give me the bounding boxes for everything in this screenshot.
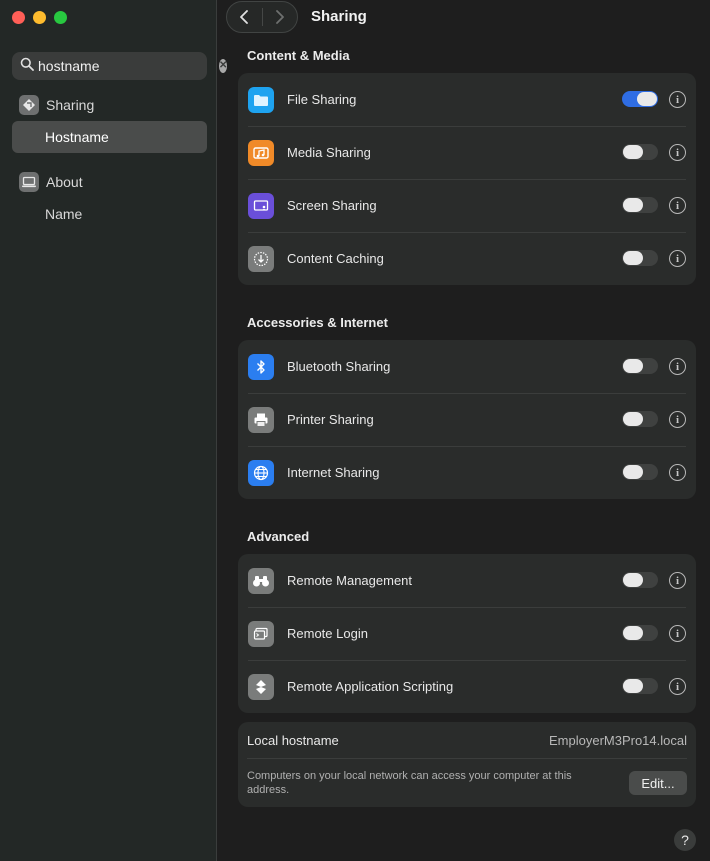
- edit-hostname-button[interactable]: Edit...: [629, 771, 687, 795]
- folder-icon: [248, 86, 274, 113]
- internet-sharing-row: Internet Sharing i: [238, 446, 696, 499]
- navigation-buttons: [226, 1, 298, 33]
- info-icon[interactable]: i: [669, 91, 686, 108]
- sidebar-item-hostname[interactable]: Hostname: [12, 121, 207, 153]
- accessories-internet-group: Bluetooth Sharing i Printer Sharing i In…: [238, 340, 696, 499]
- divider: [247, 758, 687, 759]
- laptop-icon: [19, 172, 39, 192]
- sharing-icon: [19, 95, 39, 115]
- local-hostname-value: EmployerM3Pro14.local: [548, 733, 687, 748]
- remote-login-toggle[interactable]: [622, 625, 658, 641]
- sidebar-item-about[interactable]: About: [12, 166, 207, 198]
- page-title: Sharing: [311, 8, 367, 25]
- content-caching-row: Content Caching i: [238, 232, 696, 285]
- clear-search-icon[interactable]: ✕: [219, 59, 228, 73]
- bluetooth-sharing-row: Bluetooth Sharing i: [238, 340, 696, 393]
- info-icon[interactable]: i: [669, 250, 686, 267]
- file-sharing-toggle[interactable]: [622, 91, 658, 107]
- content-caching-toggle[interactable]: [622, 250, 658, 266]
- media-sharing-toggle[interactable]: [622, 144, 658, 160]
- forward-button[interactable]: [262, 2, 297, 32]
- info-icon[interactable]: i: [669, 411, 686, 428]
- search-input[interactable]: [38, 58, 219, 74]
- minimize-window-button[interactable]: [33, 11, 46, 24]
- binoculars-icon: [248, 567, 274, 594]
- caching-icon: [248, 245, 274, 272]
- bluetooth-sharing-toggle[interactable]: [622, 358, 658, 374]
- zoom-window-button[interactable]: [54, 11, 67, 24]
- internet-sharing-toggle[interactable]: [622, 464, 658, 480]
- local-hostname-box: Local hostname EmployerM3Pro14.local Com…: [238, 722, 696, 807]
- content-caching-label: Content Caching: [287, 251, 384, 266]
- sidebar-item-name[interactable]: Name: [12, 198, 207, 230]
- local-hostname-label: Local hostname: [247, 733, 339, 748]
- printer-sharing-toggle[interactable]: [622, 411, 658, 427]
- bluetooth-sharing-label: Bluetooth Sharing: [287, 359, 391, 374]
- remote-application-scripting-label: Remote Application Scripting: [287, 679, 454, 694]
- chevron-left-icon: [240, 10, 249, 24]
- search-field[interactable]: ✕: [12, 52, 228, 80]
- script-icon: [248, 673, 274, 700]
- search-icon: [20, 57, 34, 75]
- sidebar-item-sharing[interactable]: Sharing: [12, 89, 207, 121]
- terminal-icon: [248, 620, 274, 647]
- internet-sharing-label: Internet Sharing: [287, 465, 380, 480]
- bluetooth-icon: [248, 353, 274, 380]
- back-button[interactable]: [227, 2, 262, 32]
- media-sharing-row: Media Sharing i: [238, 126, 696, 179]
- info-icon[interactable]: i: [669, 625, 686, 642]
- info-icon[interactable]: i: [669, 358, 686, 375]
- sidebar: ✕ Sharing Hostname About Name: [0, 0, 228, 861]
- screen-sharing-label: Screen Sharing: [287, 198, 377, 213]
- sidebar-item-label: Hostname: [45, 129, 109, 145]
- music-icon: [248, 139, 274, 166]
- remote-management-label: Remote Management: [287, 573, 413, 588]
- sidebar-item-label: Name: [45, 206, 83, 222]
- content-media-group: File Sharing i Media Sharing i Screen Sh…: [238, 73, 696, 285]
- screen-icon: [248, 192, 274, 219]
- remote-application-scripting-toggle[interactable]: [622, 678, 658, 694]
- media-sharing-label: Media Sharing: [287, 145, 371, 160]
- remote-application-scripting-row: Remote Application Scripting i: [238, 660, 696, 713]
- section-title-accessories-internet: Accessories & Internet: [247, 315, 388, 330]
- remote-management-row: Remote Management i: [238, 554, 696, 607]
- remote-management-toggle[interactable]: [622, 572, 658, 588]
- sidebar-item-label: About: [46, 174, 83, 190]
- printer-sharing-label: Printer Sharing: [287, 412, 374, 427]
- section-title-content-media: Content & Media: [247, 48, 350, 63]
- file-sharing-label: File Sharing: [287, 92, 357, 107]
- screen-sharing-row: Screen Sharing i: [238, 179, 696, 232]
- remote-login-row: Remote Login i: [238, 607, 696, 660]
- info-icon[interactable]: i: [669, 678, 686, 695]
- file-sharing-row: File Sharing i: [238, 73, 696, 126]
- printer-sharing-row: Printer Sharing i: [238, 393, 696, 446]
- info-icon[interactable]: i: [669, 572, 686, 589]
- info-icon[interactable]: i: [669, 197, 686, 214]
- window-controls: [12, 11, 67, 24]
- local-hostname-description: Computers on your local network can acce…: [247, 770, 572, 796]
- close-window-button[interactable]: [12, 11, 25, 24]
- sidebar-item-label: Sharing: [46, 97, 95, 113]
- advanced-group: Remote Management i Remote Login i Remot…: [238, 554, 696, 713]
- screen-sharing-toggle[interactable]: [622, 197, 658, 213]
- remote-login-label: Remote Login: [287, 626, 368, 641]
- info-icon[interactable]: i: [669, 464, 686, 481]
- section-title-advanced: Advanced: [247, 529, 310, 544]
- info-icon[interactable]: i: [669, 144, 686, 161]
- printer-icon: [248, 406, 274, 433]
- chevron-right-icon: [275, 10, 284, 24]
- globe-icon: [248, 459, 274, 486]
- help-button[interactable]: ?: [674, 829, 696, 851]
